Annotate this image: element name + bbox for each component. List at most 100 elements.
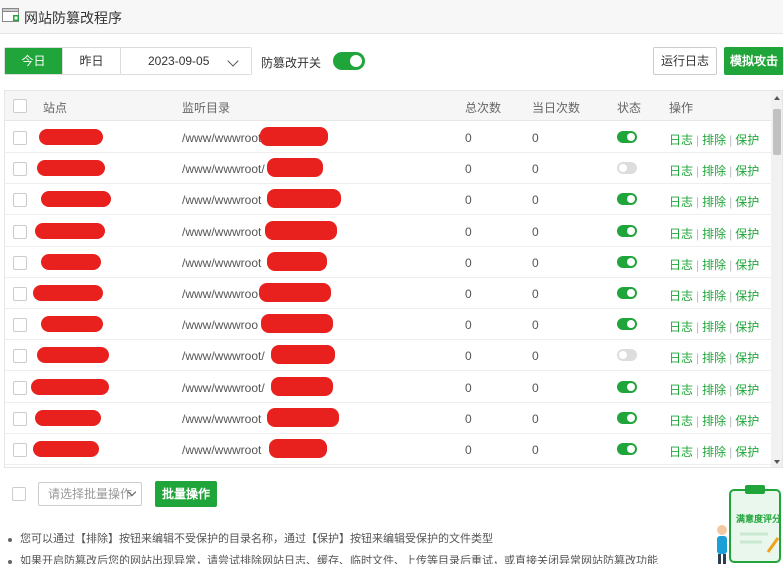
exclude-link[interactable]: 排除 (702, 445, 726, 459)
table-scrollbar[interactable] (771, 91, 782, 467)
log-link[interactable]: 日志 (669, 227, 693, 241)
dir-redaction (267, 407, 339, 427)
log-link[interactable]: 日志 (669, 383, 693, 397)
action-separator: | (696, 413, 700, 428)
total-count: 0 (465, 131, 472, 145)
status-toggle[interactable] (617, 380, 637, 393)
exclude-link[interactable]: 排除 (702, 289, 726, 303)
row-checkbox[interactable] (13, 224, 27, 239)
scroll-up-icon[interactable] (774, 96, 780, 100)
listen-dir: /www/wwwroo (182, 287, 259, 301)
status-toggle[interactable] (617, 255, 637, 268)
dir-redaction (267, 189, 341, 209)
action-separator: | (729, 226, 733, 241)
dir-redaction (271, 376, 333, 396)
yesterday-button[interactable]: 昨日 (63, 48, 121, 74)
tamper-toggle-switch[interactable] (333, 52, 365, 70)
row-checkbox[interactable] (13, 287, 27, 301)
status-toggle[interactable] (617, 318, 637, 331)
today-count: 0 (532, 193, 539, 208)
listen-dir: /www/wwwroot/ (182, 162, 265, 177)
listen-dir: /www/wwwroot (182, 255, 262, 270)
log-link[interactable]: 日志 (669, 414, 693, 428)
exclude-link[interactable]: 排除 (702, 258, 726, 272)
exclude-link[interactable]: 排除 (702, 414, 726, 428)
protect-link[interactable]: 保护 (735, 383, 759, 397)
satisfaction-rating-widget[interactable]: 满意度评分 (710, 482, 783, 564)
action-separator: | (696, 133, 700, 147)
scroll-thumb[interactable] (773, 109, 781, 155)
row-checkbox[interactable] (13, 162, 27, 177)
row-checkbox[interactable] (13, 318, 27, 333)
site-name-redaction (41, 191, 111, 208)
exclude-link[interactable]: 排除 (702, 164, 726, 178)
batch-action-button[interactable]: 批量操作 (155, 481, 217, 507)
row-checkbox[interactable] (13, 193, 27, 208)
protect-link[interactable]: 保护 (735, 258, 759, 272)
status-toggle[interactable] (617, 411, 637, 424)
scroll-down-icon[interactable] (774, 460, 780, 464)
log-link[interactable]: 日志 (669, 195, 693, 209)
log-link[interactable]: 日志 (669, 351, 693, 365)
protect-link[interactable]: 保护 (735, 133, 759, 147)
batch-bar: 请选择批量操作 批量操作 (0, 480, 783, 510)
site-name-redaction (33, 441, 99, 457)
total-count: 0 (465, 411, 472, 426)
log-link[interactable]: 日志 (669, 258, 693, 272)
dir-redaction (259, 283, 331, 302)
status-toggle[interactable] (617, 193, 637, 206)
action-separator: | (729, 445, 733, 459)
run-log-button[interactable]: 运行日志 (653, 47, 717, 75)
log-link[interactable]: 日志 (669, 133, 693, 147)
status-toggle[interactable] (617, 162, 637, 175)
log-link[interactable]: 日志 (669, 320, 693, 334)
row-checkbox[interactable] (13, 443, 27, 457)
row-actions: 日志 | 排除 | 保护 (669, 443, 759, 460)
batch-action-select[interactable]: 请选择批量操作 (38, 482, 142, 506)
exclude-link[interactable]: 排除 (702, 351, 726, 365)
date-picker[interactable]: 2023-09-05 (121, 48, 251, 74)
action-separator: | (729, 320, 733, 335)
exclude-link[interactable]: 排除 (702, 227, 726, 241)
log-link[interactable]: 日志 (669, 445, 693, 459)
today-count: 0 (532, 349, 539, 364)
batch-select-all-checkbox[interactable] (12, 487, 26, 501)
protect-link[interactable]: 保护 (735, 164, 759, 178)
protect-link[interactable]: 保护 (735, 195, 759, 209)
protect-link[interactable]: 保护 (735, 351, 759, 365)
row-checkbox[interactable] (13, 411, 27, 426)
row-checkbox[interactable] (13, 349, 27, 364)
select-all-checkbox[interactable] (13, 99, 27, 113)
status-toggle[interactable] (617, 443, 637, 455)
protect-link[interactable]: 保护 (735, 445, 759, 459)
row-checkbox[interactable] (13, 255, 27, 270)
protect-link[interactable]: 保护 (735, 320, 759, 334)
exclude-link[interactable]: 排除 (702, 195, 726, 209)
log-link[interactable]: 日志 (669, 164, 693, 178)
row-checkbox[interactable] (13, 131, 27, 145)
status-toggle[interactable] (617, 287, 637, 299)
exclude-link[interactable]: 排除 (702, 133, 726, 147)
table-row: /www/wwwroot 0 0 日志 | 排除 | 保护 (5, 403, 771, 434)
exclude-link[interactable]: 排除 (702, 383, 726, 397)
protect-link[interactable]: 保护 (735, 289, 759, 303)
protect-link[interactable]: 保护 (735, 227, 759, 241)
header-site: 站点 (43, 101, 68, 115)
protect-link[interactable]: 保护 (735, 414, 759, 428)
listen-dir: /www/wwwroot (182, 443, 262, 457)
today-button[interactable]: 今日 (5, 48, 63, 74)
row-actions: 日志 | 排除 | 保护 (669, 349, 759, 366)
dir-redaction (267, 251, 327, 271)
action-separator: | (696, 320, 700, 335)
dir-redaction (269, 439, 327, 458)
listen-dir: /www/wwwroot (182, 131, 262, 145)
simulate-attack-button[interactable]: 模拟攻击 (724, 47, 783, 75)
status-toggle[interactable] (617, 131, 637, 143)
exclude-link[interactable]: 排除 (702, 320, 726, 334)
log-link[interactable]: 日志 (669, 289, 693, 303)
status-toggle[interactable] (617, 224, 637, 237)
row-checkbox[interactable] (13, 380, 27, 395)
status-toggle[interactable] (617, 349, 637, 362)
tamper-toggle-label: 防篡改开关 (261, 56, 322, 70)
listen-dir: /www/wwwroot (182, 193, 262, 208)
